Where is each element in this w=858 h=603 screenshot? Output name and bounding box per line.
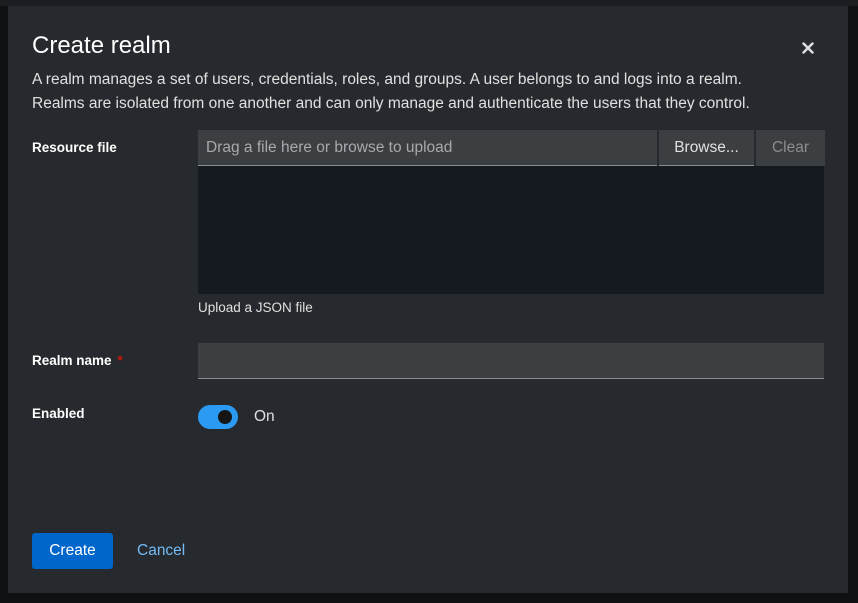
modal-description: A realm manages a set of users, credenti… xyxy=(32,68,832,116)
enabled-switch[interactable] xyxy=(198,405,238,429)
description-line-2: Realms are isolated from one another and… xyxy=(32,95,750,112)
cancel-button[interactable]: Cancel xyxy=(125,533,197,569)
browse-button[interactable]: Browse... xyxy=(659,130,754,166)
close-icon xyxy=(802,42,814,54)
switch-knob xyxy=(218,410,232,424)
file-contents-area[interactable] xyxy=(198,166,824,294)
enabled-label: Enabled xyxy=(32,406,85,421)
realm-name-input[interactable] xyxy=(198,343,824,379)
close-button[interactable] xyxy=(798,38,818,58)
required-marker: * xyxy=(117,353,123,368)
description-line-1: A realm manages a set of users, credenti… xyxy=(32,71,742,88)
modal-title: Create realm xyxy=(32,32,171,59)
file-upload-row: Browse... Clear xyxy=(198,130,825,166)
realm-name-label-text: Realm name xyxy=(32,353,112,368)
realm-name-label: Realm name * xyxy=(32,353,123,368)
create-button[interactable]: Create xyxy=(32,533,113,569)
resource-file-label: Resource file xyxy=(32,140,117,155)
clear-button[interactable]: Clear xyxy=(756,130,825,166)
file-upload-input[interactable] xyxy=(198,130,657,166)
enabled-state-label: On xyxy=(254,408,275,425)
helper-text: Upload a JSON file xyxy=(198,300,313,315)
create-realm-modal: Create realm A realm manages a set of us… xyxy=(8,6,848,593)
